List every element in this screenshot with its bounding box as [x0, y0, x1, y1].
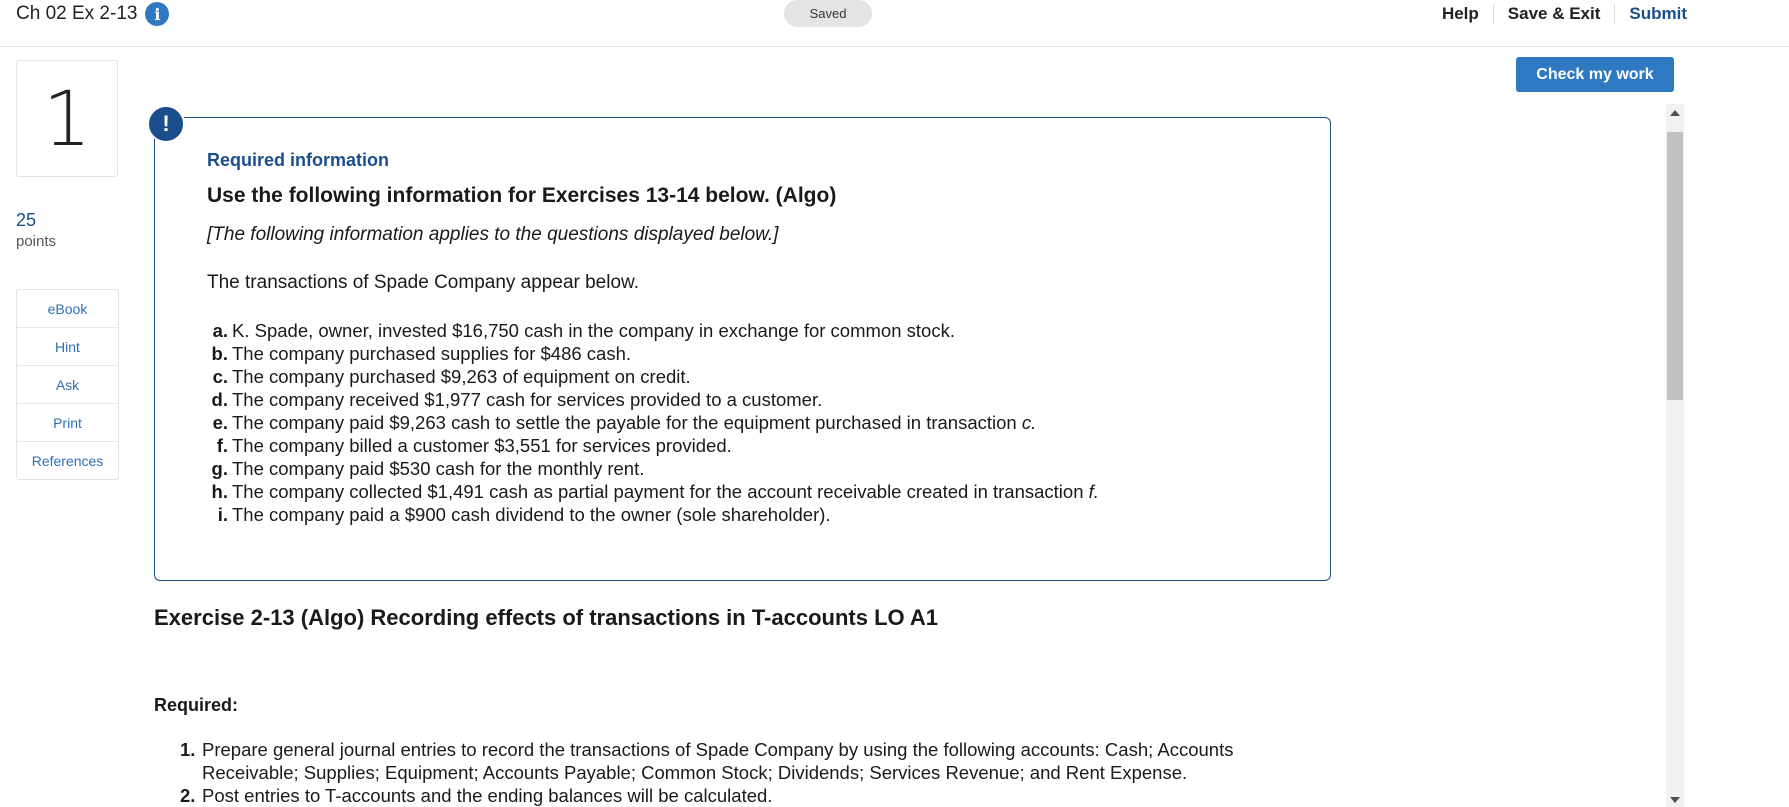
transaction-text: The company paid a $900 cash dividend to… [232, 504, 831, 525]
list-item: i. The company paid a $900 cash dividend… [207, 503, 1099, 526]
requirements-list: 1. Prepare general journal entries to re… [180, 738, 1330, 807]
requirement-text: Post entries to T-accounts and the endin… [202, 785, 773, 806]
transaction-text: The company received $1,977 cash for ser… [232, 389, 823, 410]
list-item: 2. Post entries to T-accounts and the en… [180, 784, 1330, 807]
list-item: b. The company purchased supplies for $4… [207, 342, 1099, 365]
list-item: d. The company received $1,977 cash for … [207, 388, 1099, 411]
transaction-letter: d. [211, 389, 228, 410]
question-tools: eBook Hint Ask Print References [16, 289, 119, 480]
print-button[interactable]: Print [17, 403, 118, 441]
hint-button[interactable]: Hint [17, 327, 118, 365]
alert-icon: ! [147, 105, 185, 143]
requirement-number: 1. [180, 739, 196, 760]
transaction-text: The company purchased supplies for $486 … [232, 343, 632, 364]
list-item: e. The company paid $9,263 cash to settl… [207, 411, 1099, 434]
help-link[interactable]: Help [1428, 4, 1493, 24]
points-value: 25 [16, 210, 37, 230]
transaction-text: K. Spade, owner, invested $16,750 cash i… [232, 320, 955, 341]
assignment-title: Ch 02 Ex 2-13 [16, 3, 138, 24]
requirement-text: Prepare general journal entries to recor… [202, 739, 1234, 783]
content-scrollbar[interactable] [1666, 104, 1684, 807]
transaction-text: The company paid $530 cash for the month… [232, 458, 645, 479]
transaction-reference: f. [1088, 481, 1099, 502]
list-item: h. The company collected $1,491 cash as … [207, 480, 1099, 503]
submit-link[interactable]: Submit [1614, 3, 1701, 24]
transaction-text: The company billed a customer $3,551 for… [232, 435, 732, 456]
requirement-number: 2. [180, 785, 196, 806]
applies-note: [The following information applies to th… [207, 224, 779, 245]
info-subheading: Use the following information for Exerci… [207, 184, 837, 207]
transaction-text: The company paid $9,263 cash to settle t… [232, 412, 1017, 433]
question-number: 1 [16, 60, 118, 177]
required-label: Required: [154, 695, 239, 715]
save-exit-link[interactable]: Save & Exit [1492, 3, 1615, 24]
transaction-letter: e. [212, 412, 228, 433]
transaction-letter: h. [211, 481, 228, 502]
transaction-reference: c. [1021, 412, 1037, 433]
list-item: 1. Prepare general journal entries to re… [180, 738, 1330, 784]
transactions-list: a. K. Spade, owner, invested $16,750 cas… [207, 319, 1099, 526]
top-nav: Help Save & Exit Submit [1428, 0, 1701, 27]
exercise-title: Exercise 2-13 (Algo) Recording effects o… [154, 605, 939, 630]
references-button[interactable]: References [17, 441, 118, 479]
transaction-letter: a. [212, 320, 228, 341]
scroll-up-arrow-icon[interactable] [1666, 104, 1684, 122]
list-item: c. The company purchased $9,263 of equip… [207, 365, 1099, 388]
scroll-down-arrow-icon[interactable] [1666, 793, 1684, 807]
points-label: points [16, 233, 57, 250]
top-bar: Ch 02 Ex 2-13 i Saved Help Save & Exit S… [0, 0, 1789, 47]
transaction-letter: c. [212, 366, 228, 387]
ask-button[interactable]: Ask [17, 365, 118, 403]
transactions-intro: The transactions of Spade Company appear… [207, 272, 639, 293]
transaction-letter: g. [211, 458, 228, 479]
transaction-letter: b. [211, 343, 228, 364]
ebook-button[interactable]: eBook [17, 290, 118, 327]
list-item: a. K. Spade, owner, invested $16,750 cas… [207, 319, 1099, 342]
transaction-text: The company collected $1,491 cash as par… [232, 481, 1084, 502]
saved-status-badge: Saved [784, 0, 872, 27]
list-item: g. The company paid $530 cash for the mo… [207, 457, 1099, 480]
info-icon[interactable]: i [145, 2, 170, 26]
check-my-work-button[interactable]: Check my work [1516, 57, 1674, 92]
list-item: f. The company billed a customer $3,551 … [207, 434, 1099, 457]
transaction-letter: f. [216, 435, 228, 456]
transaction-letter: i. [217, 504, 228, 525]
transaction-text: The company purchased $9,263 of equipmen… [232, 366, 691, 387]
assignment-title-group: Ch 02 Ex 2-13 i [16, 2, 170, 26]
scroll-thumb[interactable] [1667, 132, 1683, 400]
required-info-heading: Required information [207, 150, 390, 170]
